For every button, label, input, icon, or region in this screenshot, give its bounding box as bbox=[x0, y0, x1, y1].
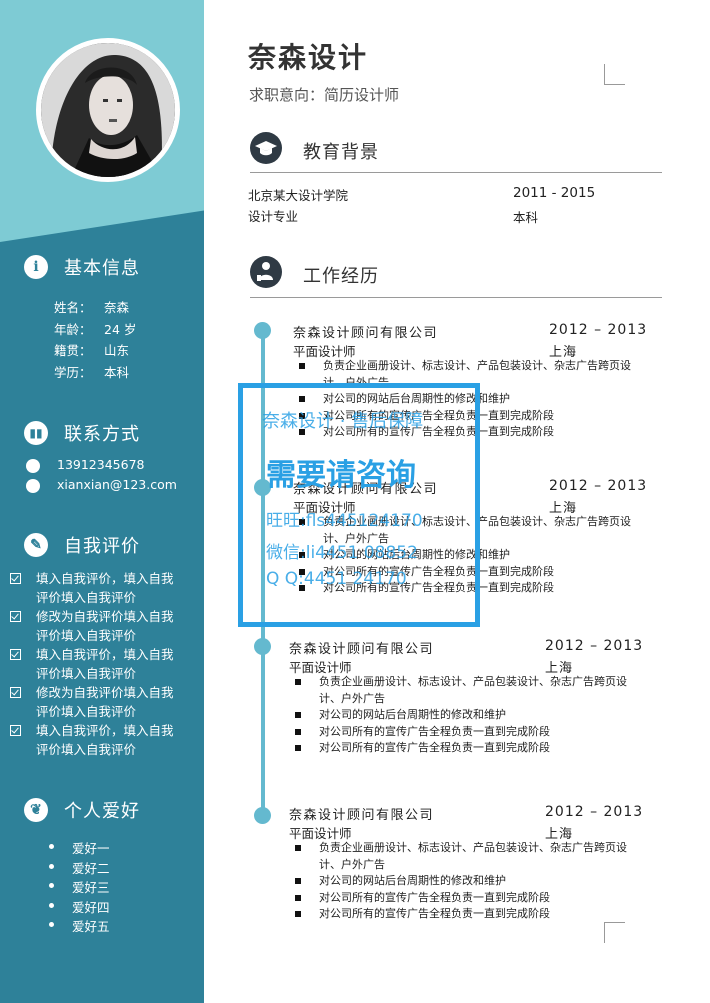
watermark-line: Q Q:4451 24170 bbox=[266, 569, 407, 589]
education-degree: 本科 bbox=[513, 210, 539, 225]
work-header: 工作经历 bbox=[250, 256, 662, 298]
portrait-image bbox=[41, 43, 175, 177]
info-row-age: 年龄： 24 岁 bbox=[54, 321, 137, 337]
duty-item: 对公司的网站后台周期性的修改和维护 bbox=[289, 707, 634, 724]
pen-icon: ✎ bbox=[24, 533, 48, 557]
sidebar: i 基本信息 姓名： 奈森 年龄： 24 岁 籍贯： 山东 学历： 本科 ▮▮ … bbox=[0, 0, 204, 1003]
hobby-item: 爱好一 bbox=[0, 838, 204, 858]
worker-icon bbox=[250, 256, 282, 288]
timeline-dot bbox=[254, 638, 271, 655]
corner-mark bbox=[604, 922, 625, 943]
hobbies-title: 个人爱好 bbox=[64, 801, 140, 822]
duty-item: 对公司所有的宣传广告全程负责一直到完成阶段 bbox=[289, 740, 634, 757]
resume-name: 奈森设计 bbox=[248, 41, 369, 74]
checkbox-icon bbox=[10, 611, 21, 622]
job-duties: 负责企业画册设计、标志设计、产品包装设计、杂志广告跨页设计、户外广告 对公司的网… bbox=[289, 674, 634, 757]
leaf-icon: ❦ bbox=[24, 798, 48, 822]
education-school: 北京某大设计学院 bbox=[248, 188, 349, 203]
evaluation-item: 修改为自我评价填入自我评价填入自我评价 bbox=[0, 683, 204, 721]
corner-mark bbox=[604, 64, 625, 85]
self-evaluation-title: 自我评价 bbox=[64, 536, 140, 557]
self-evaluation-section: ✎ 自我评价 填入自我评价，填入自我评价填入自我评价 修改为自我评价填入自我评价… bbox=[0, 531, 204, 759]
hobby-item: 爱好五 bbox=[0, 916, 204, 936]
watermark-headline: 需要请咨询 bbox=[266, 458, 416, 493]
hobby-item: 爱好四 bbox=[0, 897, 204, 917]
watermark-line: 微信:li4451 08852 bbox=[266, 543, 418, 563]
duty-item: 对公司的网站后台周期性的修改和维护 bbox=[289, 873, 634, 890]
basic-info-section: i 基本信息 姓名： 奈森 年龄： 24 岁 籍贯： 山东 学历： 本科 bbox=[0, 253, 204, 383]
job-intent: 求职意向：简历设计师 bbox=[249, 86, 400, 104]
evaluation-item: 填入自我评价，填入自我评价填入自我评价 bbox=[0, 645, 204, 683]
hobby-item: 爱好三 bbox=[0, 877, 204, 897]
job-company: 奈森设计顾问有限公司 bbox=[293, 326, 439, 341]
job-duties: 负责企业画册设计、标志设计、产品包装设计、杂志广告跨页设计、户外广告 对公司的网… bbox=[289, 840, 634, 923]
evaluation-item: 修改为自我评价填入自我评价填入自我评价 bbox=[0, 607, 204, 645]
contact-title: 联系方式 bbox=[64, 424, 140, 445]
evaluation-item: 填入自我评价，填入自我评价填入自我评价 bbox=[0, 569, 204, 607]
graduation-cap-icon bbox=[250, 132, 282, 164]
checkbox-icon bbox=[10, 649, 21, 660]
job-years: 2012 – 2013 bbox=[545, 638, 644, 654]
job-years: 2012 – 2013 bbox=[545, 804, 644, 820]
job-years: 2012 – 2013 bbox=[549, 322, 648, 338]
timeline-dot bbox=[254, 807, 271, 824]
duty-item: 对公司所有的宣传广告全程负责一直到完成阶段 bbox=[289, 724, 634, 741]
duty-item: 负责企业画册设计、标志设计、产品包装设计、杂志广告跨页设计、户外广告 bbox=[289, 840, 634, 873]
basic-info-title: 基本信息 bbox=[64, 258, 140, 279]
duty-item: 对公司所有的宣传广告全程负责一直到完成阶段 bbox=[289, 906, 634, 923]
hobby-item: 爱好二 bbox=[0, 858, 204, 878]
checkbox-icon bbox=[10, 687, 21, 698]
hobbies-section: ❦ 个人爱好 爱好一 爱好二 爱好三 爱好四 爱好五 bbox=[0, 796, 204, 936]
watermark-line: 奈森设计 · 售后保障 bbox=[262, 411, 424, 432]
info-row-origin: 籍贯： 山东 bbox=[54, 343, 130, 358]
contact-section: ▮▮ 联系方式 13912345678 xianxian@123.com bbox=[0, 419, 204, 497]
job-company: 奈森设计顾问有限公司 bbox=[289, 808, 435, 823]
checkbox-icon bbox=[10, 573, 21, 584]
job-years: 2012 – 2013 bbox=[549, 478, 648, 494]
info-row-education: 学历： 本科 bbox=[54, 364, 130, 380]
evaluation-item: 填入自我评价，填入自我评价填入自我评价 bbox=[0, 721, 204, 759]
checkbox-icon bbox=[10, 725, 21, 736]
info-icon: i bbox=[24, 255, 48, 279]
timeline-dot bbox=[254, 322, 271, 339]
info-row-name: 姓名： 奈森 bbox=[54, 300, 130, 315]
contact-card-icon: ▮▮ bbox=[24, 421, 48, 445]
phone-icon bbox=[26, 459, 40, 473]
education-major: 设计专业 bbox=[248, 209, 299, 224]
watermark-line: 旺旺:fls445124170 bbox=[266, 511, 423, 531]
contact-email: xianxian@123.com bbox=[0, 477, 204, 497]
job-company: 奈森设计顾问有限公司 bbox=[289, 642, 435, 657]
duty-item: 负责企业画册设计、标志设计、产品包装设计、杂志广告跨页设计、户外广告 bbox=[289, 674, 634, 707]
mail-icon bbox=[26, 479, 40, 493]
contact-phone: 13912345678 bbox=[0, 457, 204, 477]
education-years: 2011 - 2015 bbox=[513, 185, 596, 201]
avatar bbox=[36, 38, 180, 182]
duty-item: 对公司所有的宣传广告全程负责一直到完成阶段 bbox=[289, 890, 634, 907]
education-header: 教育背景 bbox=[250, 132, 662, 173]
